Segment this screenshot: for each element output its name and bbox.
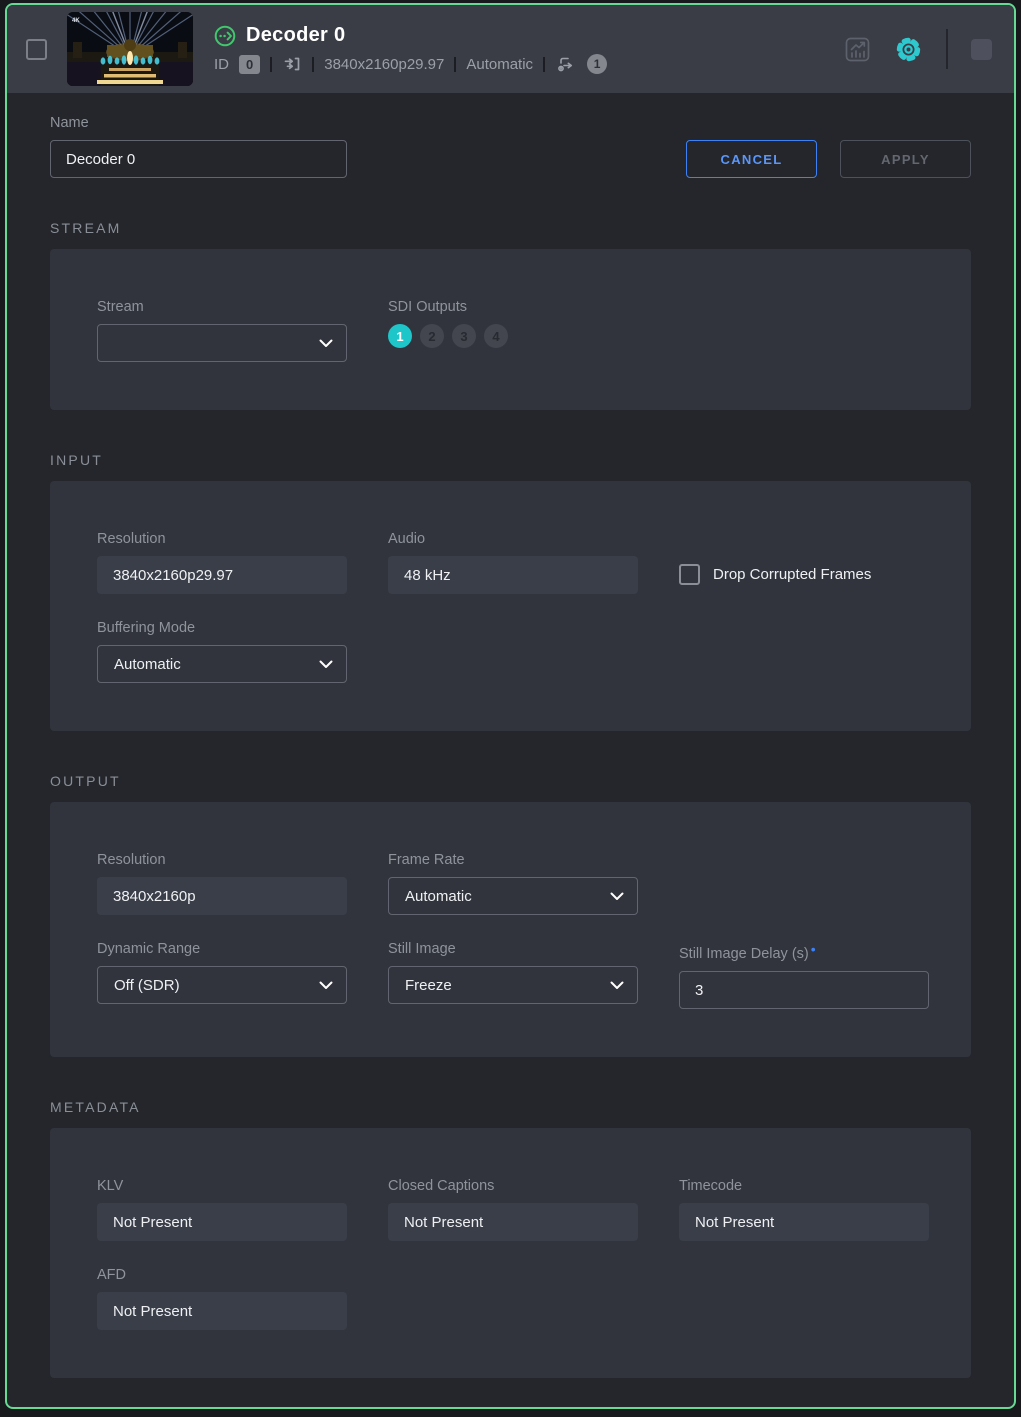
dynamic-range-value: Off (SDR) [114,977,180,994]
timecode-value: Not Present [679,1203,929,1241]
buffering-mode-label: Buffering Mode [97,620,347,636]
output-section-title: OUTPUT [50,773,971,789]
still-image-value: Freeze [405,977,452,994]
stream-field-group: Stream [97,299,347,362]
name-input[interactable] [50,140,347,178]
still-image-group: Still Image Freeze [388,941,638,1004]
metadata-section-title: METADATA [50,1099,971,1115]
stream-label: Stream [97,299,347,315]
audio-group: Audio 48 kHz [388,531,638,594]
drop-corrupted-frames-label: Drop Corrupted Frames [713,566,871,583]
sdi-output-3-button[interactable]: 3 [452,324,476,348]
decoder-meta-row: ID 0 3840x2160p29.97 Automatic [214,54,607,74]
frame-rate-label: Frame Rate [388,852,638,868]
sdi-outputs-group: SDI Outputs 1 2 3 4 [388,299,638,348]
decoder-title-block: Decoder 0 ID 0 3840x2160p29.97 [214,24,607,74]
decoder-settings-form: Name CANCEL APPLY STREAM Stream [7,93,1014,1378]
header-frame-rate-mode: Automatic [466,56,533,73]
thumbnail-watermark: 4K [72,18,80,24]
gear-icon [894,35,923,64]
timecode-group: Timecode Not Present [679,1178,1016,1241]
id-label: ID [214,56,229,73]
input-section: INPUT Resolution 3840x2160p29.97 Audio 4… [50,452,971,731]
dynamic-range-label: Dynamic Range [97,941,347,957]
name-label: Name [50,115,347,131]
chevron-down-icon [610,892,624,901]
still-image-delay-label: Still Image Delay (s)• [679,941,1016,962]
closed-captions-value: Not Present [388,1203,638,1241]
buffering-mode-group: Buffering Mode Automatic [97,620,347,683]
buffering-mode-select[interactable]: Automatic [97,645,347,683]
metadata-section: METADATA KLV Not Present Closed Captions… [50,1099,971,1378]
closed-captions-group: Closed Captions Not Present [388,1178,638,1241]
header-divider [946,29,948,69]
chevron-down-icon [319,660,333,669]
chevron-down-icon [610,981,624,990]
stop-button[interactable] [971,39,992,60]
audio-value: 48 kHz [388,556,638,594]
input-signal-icon [282,54,302,74]
buffering-mode-value: Automatic [114,656,181,673]
chevron-down-icon [319,981,333,990]
separator [312,57,314,72]
separator [454,57,456,72]
cancel-button[interactable]: CANCEL [686,140,817,178]
header-resolution: 3840x2160p29.97 [324,56,444,73]
afd-label: AFD [97,1267,347,1283]
decoder-title: Decoder 0 [246,24,345,47]
sdi-outputs-label: SDI Outputs [388,299,638,315]
sdi-output-4-button[interactable]: 4 [484,324,508,348]
still-image-delay-group: Still Image Delay (s)• [679,941,1016,1009]
name-field-group: Name [50,115,347,178]
id-badge: 0 [239,55,260,74]
input-resolution-group: Resolution 3840x2160p29.97 [97,531,347,594]
decoder-panel: 4K Decoder 0 ID 0 [5,3,1016,1409]
afd-group: AFD Not Present [97,1267,347,1330]
chart-icon [844,36,871,63]
sdi-output-1-button[interactable]: 1 [388,324,412,348]
stream-select[interactable] [97,324,347,362]
select-decoder-checkbox[interactable] [26,39,47,60]
drop-corrupted-frames-checkbox[interactable] [679,564,700,585]
audio-label: Audio [388,531,638,547]
output-route-icon [555,54,577,74]
output-resolution-group: Resolution 3840x2160p [97,852,347,915]
klv-label: KLV [97,1178,347,1194]
frame-rate-select[interactable]: Automatic [388,877,638,915]
input-resolution-value: 3840x2160p29.97 [97,556,347,594]
drop-corrupted-frames-row: Drop Corrupted Frames [679,564,1016,585]
decoder-active-status-icon [214,25,236,47]
stream-section: STREAM Stream SDI Outputs [50,220,971,410]
still-image-delay-input[interactable] [679,971,929,1009]
outputs-count-badge: 1 [587,54,607,74]
input-resolution-label: Resolution [97,531,347,547]
frame-rate-group: Frame Rate Automatic [388,852,638,915]
timecode-label: Timecode [679,1178,1016,1194]
statistics-button[interactable] [844,36,871,63]
still-image-label: Still Image [388,941,638,957]
closed-captions-label: Closed Captions [388,1178,638,1194]
sdi-output-2-button[interactable]: 2 [420,324,444,348]
apply-button[interactable]: APPLY [840,140,971,178]
afd-value: Not Present [97,1292,347,1330]
stream-section-title: STREAM [50,220,971,236]
klv-group: KLV Not Present [97,1178,347,1241]
chevron-down-icon [319,339,333,348]
required-marker: • [811,941,816,957]
dynamic-range-select[interactable]: Off (SDR) [97,966,347,1004]
output-resolution-value: 3840x2160p [97,877,347,915]
decoder-header: 4K Decoder 0 ID 0 [7,5,1014,93]
settings-button[interactable] [894,35,923,64]
dynamic-range-group: Dynamic Range Off (SDR) [97,941,347,1004]
input-section-title: INPUT [50,452,971,468]
stream-thumbnail: 4K [67,12,193,86]
separator [270,57,272,72]
klv-value: Not Present [97,1203,347,1241]
output-section: OUTPUT Resolution 3840x2160p Frame Rate … [50,773,971,1057]
output-resolution-label: Resolution [97,852,347,868]
separator [543,57,545,72]
still-image-select[interactable]: Freeze [388,966,638,1004]
frame-rate-value: Automatic [405,888,472,905]
